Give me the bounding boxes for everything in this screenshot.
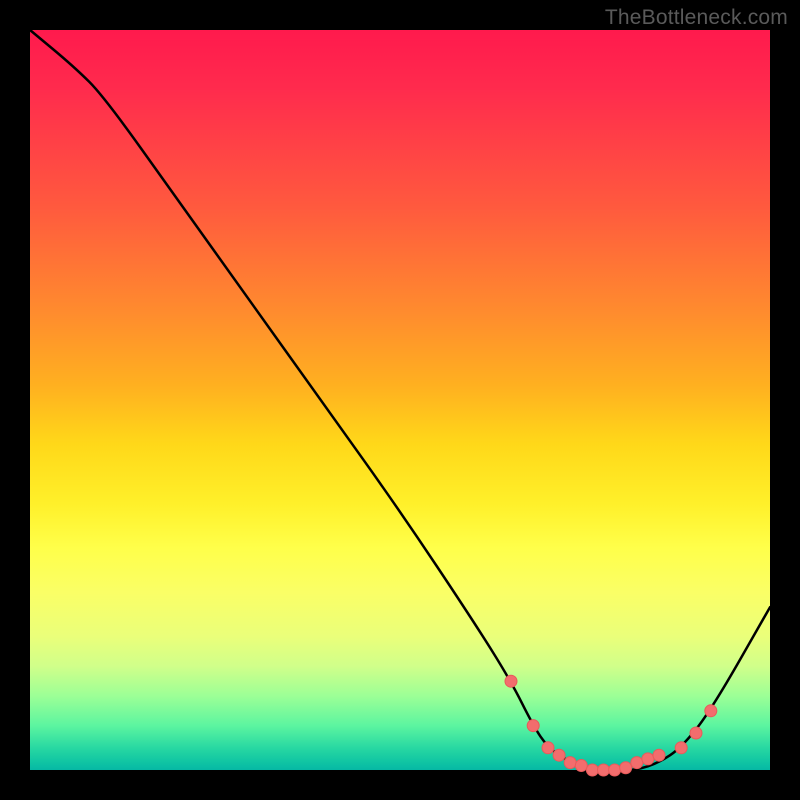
plot-area [30,30,770,770]
chart-frame: TheBottleneck.com [0,0,800,800]
chart-svg [30,30,770,770]
chart-markers [505,675,717,776]
watermark-text: TheBottleneck.com [605,6,788,30]
chart-line [30,30,770,770]
